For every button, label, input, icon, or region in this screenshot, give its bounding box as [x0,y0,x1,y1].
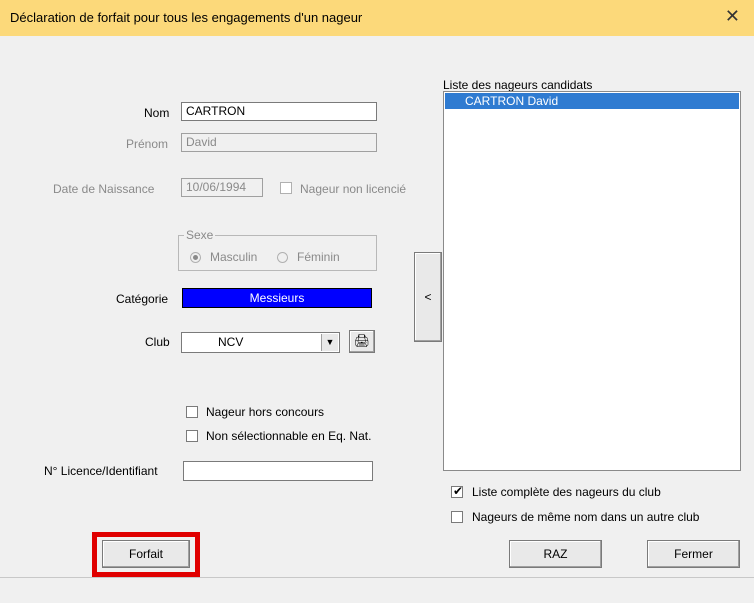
masculin-radio[interactable] [190,252,201,263]
hors-concours-label: Nageur hors concours [206,405,325,419]
autre-club-checkbox[interactable] [451,511,463,523]
ddn-input[interactable]: 10/06/1994 [181,178,263,197]
close-icon[interactable]: ✕ [725,6,740,27]
forfait-button[interactable]: Forfait [102,540,190,568]
title-bar: Déclaration de forfait pour tous les eng… [0,0,754,36]
prenom-label: Prénom [126,137,169,151]
printer-icon: 🖨 [353,333,371,348]
hors-concours-checkbox[interactable] [186,406,198,418]
bottom-divider [0,577,754,578]
liste-complete-checkbox[interactable]: ✔ [451,484,464,498]
candidates-list[interactable]: CARTRON David [443,91,741,471]
non-selectionnable-checkbox[interactable] [186,430,198,442]
dialog-window: Déclaration de forfait pour tous les eng… [0,0,754,603]
nom-input[interactable]: CARTRON [181,102,377,121]
fermer-button[interactable]: Fermer [647,540,740,568]
licence-input[interactable] [183,461,373,481]
categorie-label: Catégorie [116,292,169,306]
non-selectionnable-label: Non sélectionnable en Eq. Nat. [206,429,372,443]
non-licencie-checkbox[interactable] [280,182,292,194]
chevron-down-icon[interactable]: ▼ [321,334,338,351]
window-title: Déclaration de forfait pour tous les eng… [10,10,363,25]
feminin-radio[interactable] [277,252,288,263]
club-select[interactable]: NCV [181,332,340,353]
club-label: Club [145,335,170,349]
sexe-legend: Sexe [184,228,216,242]
liste-complete-label: Liste complète des nageurs du club [472,485,661,499]
list-item[interactable]: CARTRON David [445,93,739,109]
feminin-label: Féminin [297,250,340,264]
non-licencie-label: Nageur non licencié [300,182,407,196]
ddn-label: Date de Naissance [53,182,155,196]
printer-button[interactable]: 🖨 [349,330,375,353]
check-icon: ✔ [453,484,464,498]
nom-label-text: Nom [144,106,170,120]
list-header: Liste des nageurs candidats [443,78,593,92]
autre-club-label: Nageurs de même nom dans un autre club [472,510,700,524]
categorie-value: Messieurs [182,288,372,308]
raz-button[interactable]: RAZ [509,540,602,568]
prenom-input[interactable]: David [181,133,377,152]
add-to-list-button[interactable]: < [414,252,442,342]
licence-label: N° Licence/Identifiant [44,464,158,478]
masculin-label: Masculin [210,250,258,264]
